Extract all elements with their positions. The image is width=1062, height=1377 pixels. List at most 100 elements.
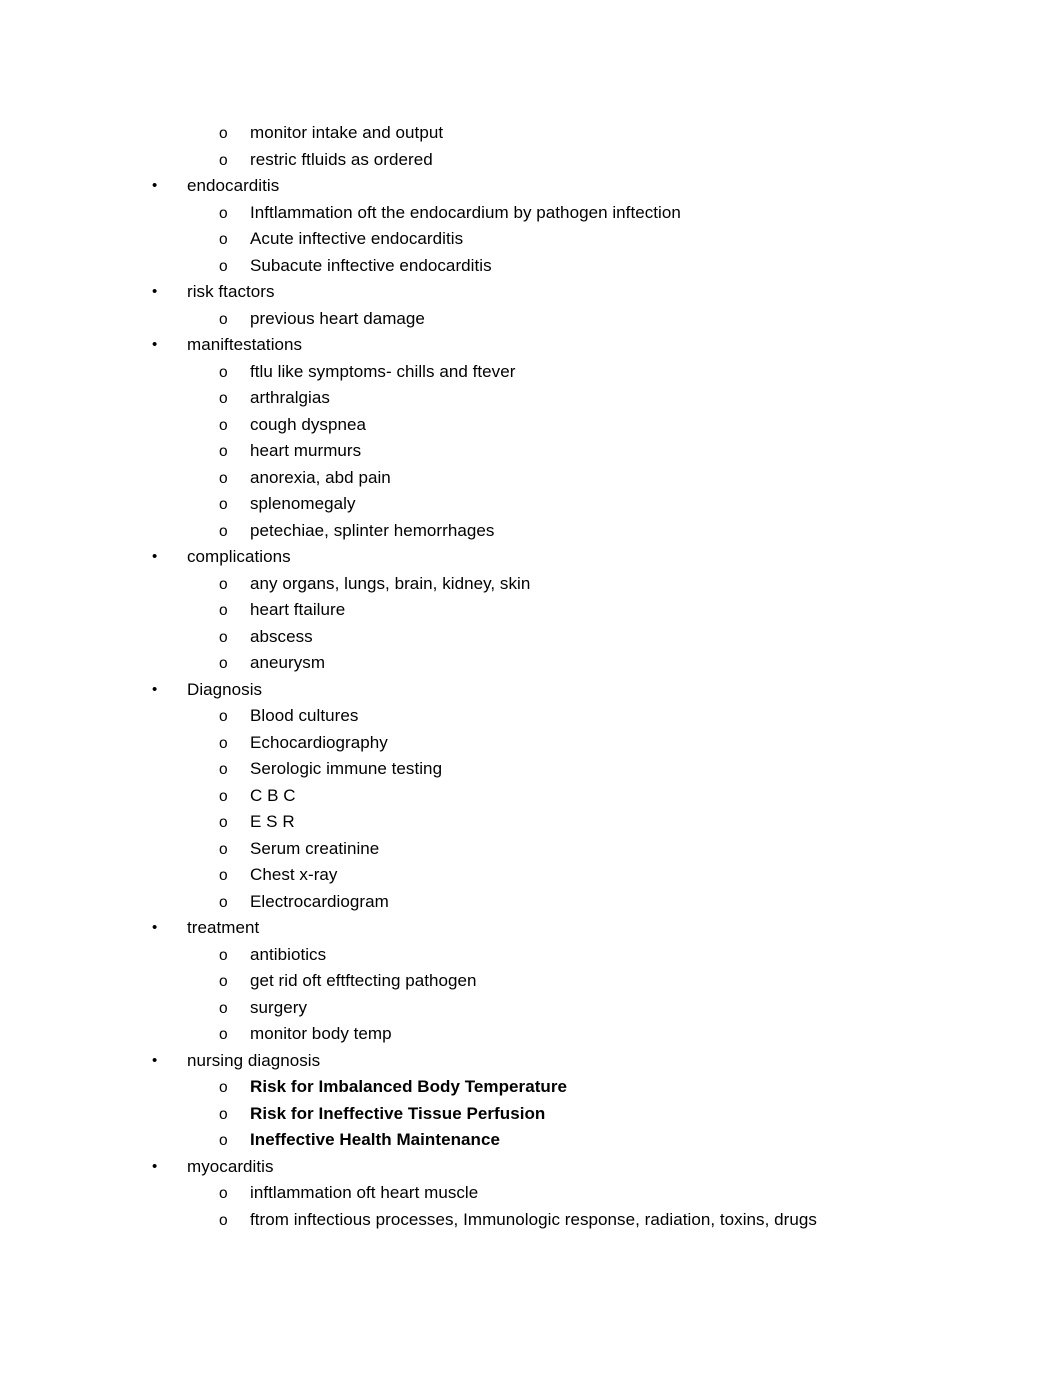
disc-bullet-icon <box>152 1154 187 1181</box>
outline-item-level2: cough dyspnea <box>0 412 1062 439</box>
outline-item-label: complications <box>187 547 291 566</box>
circle-bullet-icon <box>219 598 250 625</box>
disc-bullet-icon <box>152 544 187 571</box>
circle-bullet-icon <box>219 572 250 599</box>
circle-bullet-icon <box>219 466 250 493</box>
outline-item-label: arthralgias <box>250 388 330 407</box>
outline-item-label: Inftlammation oft the endocardium by pat… <box>250 202 681 222</box>
outline-item-label: surgery <box>250 997 308 1017</box>
outline-item-label: heart ftailure <box>250 600 346 619</box>
circle-bullet-icon <box>219 1102 250 1129</box>
outline-item-label: splenomegaly <box>250 494 356 513</box>
outline-item-label: aneurysm <box>250 653 326 672</box>
outline-item-level1: maniftestations <box>0 332 1062 359</box>
outline-item-level2: Risk for Ineffective Tissue Perfusion <box>0 1101 1062 1128</box>
outline-list: monitor intake and output restric ftluids… <box>0 120 1062 1233</box>
outline-item-level1: myocarditis <box>0 1154 1062 1181</box>
outline-item-level2: antibiotics <box>0 942 1062 969</box>
outline-item-level2: get rid oft eftftecting pathogen <box>0 968 1062 995</box>
outline-item-label: Chest x-ray <box>250 865 338 884</box>
outline-item-label: treatment <box>187 918 260 937</box>
circle-bullet-icon <box>219 1208 250 1235</box>
circle-bullet-icon <box>219 386 250 413</box>
circle-bullet-icon <box>219 254 250 281</box>
disc-bullet-icon <box>152 173 187 200</box>
circle-bullet-icon <box>219 784 250 811</box>
outline-item-label: myocarditis <box>187 1156 274 1176</box>
outline-item-label: restric ftluids as ordered <box>250 149 433 169</box>
circle-bullet-icon <box>219 1075 250 1102</box>
disc-bullet-icon <box>152 677 187 704</box>
disc-bullet-icon <box>152 279 187 306</box>
outline-item-level2: abscess <box>0 624 1062 651</box>
circle-bullet-icon <box>219 360 250 387</box>
outline-item-level2: inftlammation oft heart muscle <box>0 1180 1062 1207</box>
circle-bullet-icon <box>219 625 250 652</box>
outline-item-label: Echocardiography <box>250 732 388 752</box>
outline-item-level2: ftlu like symptoms- chills and ftever <box>0 359 1062 386</box>
outline-item-label: Ineffective Health Maintenance <box>250 1130 500 1149</box>
outline-item-level2: C B C <box>0 783 1062 810</box>
circle-bullet-icon <box>219 148 250 175</box>
outline-item-level2: splenomegaly <box>0 491 1062 518</box>
circle-bullet-icon <box>219 757 250 784</box>
outline-item-label: anorexia, abd pain <box>250 467 391 487</box>
outline-item-level2: Inftlammation oft the endocardium by pat… <box>0 200 1062 227</box>
circle-bullet-icon <box>219 413 250 440</box>
outline-item-level2: previous heart damage <box>0 306 1062 333</box>
outline-item-label: monitor body temp <box>250 1024 392 1043</box>
outline-item-label: maniftestations <box>187 335 303 354</box>
outline-item-label: Serologic immune testing <box>250 759 443 778</box>
outline-item-label: ftlu like symptoms- chills and ftever <box>250 361 516 381</box>
outline-item-level2: restric ftluids as ordered <box>0 147 1062 174</box>
outline-item-label: ftrom inftectious processes, Immunologic… <box>250 1209 817 1229</box>
outline-item-label: previous heart damage <box>250 308 425 328</box>
circle-bullet-icon <box>219 492 250 519</box>
outline-item-level2: anorexia, abd pain <box>0 465 1062 492</box>
outline-item-label: Acute inftective endocarditis <box>250 229 464 248</box>
outline-item-level2: ftrom inftectious processes, Immunologic… <box>0 1207 1062 1234</box>
circle-bullet-icon <box>219 996 250 1023</box>
circle-bullet-icon <box>219 1128 250 1155</box>
circle-bullet-icon <box>219 943 250 970</box>
document-page: monitor intake and output restric ftluids… <box>0 0 1062 1377</box>
outline-item-level2: aneurysm <box>0 650 1062 677</box>
outline-item-level2: surgery <box>0 995 1062 1022</box>
circle-bullet-icon <box>219 810 250 837</box>
outline-item-label: cough dyspnea <box>250 414 366 434</box>
circle-bullet-icon <box>219 731 250 758</box>
outline-item-label: monitor intake and output <box>250 123 444 142</box>
circle-bullet-icon <box>219 121 250 148</box>
outline-item-label: Blood cultures <box>250 706 359 725</box>
circle-bullet-icon <box>219 651 250 678</box>
outline-item-level2: any organs, lungs, brain, kidney, skin <box>0 571 1062 598</box>
outline-item-label: nursing diagnosis <box>187 1050 321 1070</box>
disc-bullet-icon <box>152 332 187 359</box>
outline-item-label: Risk for Imbalanced Body Temperature <box>250 1077 568 1096</box>
outline-item-label: get rid oft eftftecting pathogen <box>250 971 477 990</box>
outline-item-level2: Electrocardiogram <box>0 889 1062 916</box>
outline-item-label: heart murmurs <box>250 441 362 460</box>
outline-item-level2: monitor body temp <box>0 1021 1062 1048</box>
circle-bullet-icon <box>219 890 250 917</box>
outline-item-level1: endocarditis <box>0 173 1062 200</box>
outline-item-level1: Diagnosis <box>0 677 1062 704</box>
outline-item-label: risk ftactors <box>187 282 275 301</box>
outline-item-label: endocarditis <box>187 176 280 195</box>
outline-item-label: Diagnosis <box>187 679 263 699</box>
outline-item-level1: complications <box>0 544 1062 571</box>
disc-bullet-icon <box>152 915 187 942</box>
outline-item-level1: treatment <box>0 915 1062 942</box>
outline-item-level2: Subacute inftective endocarditis <box>0 253 1062 280</box>
circle-bullet-icon <box>219 863 250 890</box>
outline-item-label: E S R <box>250 812 295 831</box>
circle-bullet-icon <box>219 439 250 466</box>
outline-item-label: petechiae, splinter hemorrhages <box>250 520 495 540</box>
outline-item-level2: Acute inftective endocarditis <box>0 226 1062 253</box>
outline-item-level2: Ineffective Health Maintenance <box>0 1127 1062 1154</box>
outline-item-level2: Serologic immune testing <box>0 756 1062 783</box>
outline-item-label: abscess <box>250 626 313 646</box>
outline-item-label: Electrocardiogram <box>250 891 389 911</box>
outline-item-level2: E S R <box>0 809 1062 836</box>
outline-item-level2: arthralgias <box>0 385 1062 412</box>
